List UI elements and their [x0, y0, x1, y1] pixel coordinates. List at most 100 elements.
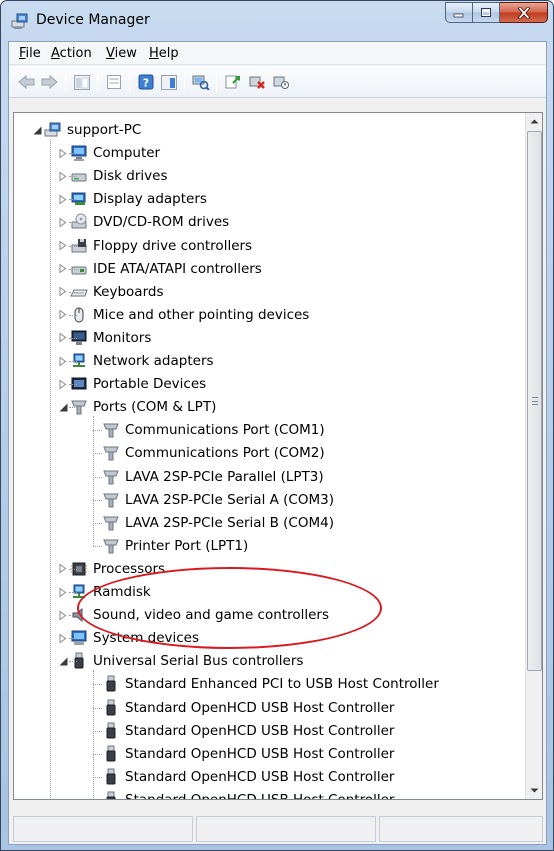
console-tree-button[interactable] — [72, 72, 92, 92]
child-usb-icon — [102, 722, 120, 740]
collapse-arrow-icon[interactable] — [32, 125, 42, 135]
highlight-circle-annotation — [77, 567, 382, 649]
tree-category-display[interactable]: Display adapters — [58, 188, 207, 210]
minimize-button[interactable] — [445, 2, 473, 23]
tree-connector-line — [93, 430, 102, 432]
tree-connector-line — [93, 453, 102, 455]
expand-arrow-icon[interactable] — [58, 310, 68, 320]
collapse-arrow-icon[interactable] — [58, 402, 68, 412]
tree-item-label: Standard OpenHCD USB Host Controller — [125, 792, 394, 799]
uninstall-button[interactable] — [247, 72, 267, 92]
tree-item-label: Communications Port (COM2) — [125, 445, 325, 462]
tree-connector-line — [69, 314, 77, 316]
close-button[interactable] — [500, 2, 548, 23]
back-button[interactable] — [17, 72, 37, 92]
child-port-icon — [102, 514, 120, 532]
help-button[interactable]: ? — [136, 72, 156, 92]
tree-device-item[interactable]: Standard OpenHCD USB Host Controller — [102, 743, 394, 765]
tree-connector-line — [93, 522, 102, 524]
tree-category-network[interactable]: Network adapters — [58, 350, 214, 372]
expand-arrow-icon[interactable] — [58, 356, 68, 366]
expand-arrow-icon[interactable] — [58, 379, 68, 389]
tree-item-label: Standard OpenHCD USB Host Controller — [125, 768, 395, 785]
tree-connector-line — [69, 199, 77, 201]
scroll-up-arrow-icon — [530, 119, 539, 124]
expand-arrow-icon[interactable] — [58, 287, 68, 297]
tree-device-item[interactable]: Communications Port (COM1) — [102, 419, 325, 441]
menu-action[interactable]: Action — [49, 46, 94, 61]
tree-connector-line — [93, 707, 102, 709]
tree-item-label: DVD/CD-ROM drives — [93, 214, 230, 231]
expand-arrow-icon[interactable] — [58, 610, 68, 620]
menu-help[interactable]: Help — [147, 46, 181, 61]
tree-category-ports[interactable]: Ports (COM & LPT) — [58, 396, 216, 418]
tree-category-usb[interactable]: Universal Serial Bus controllers — [58, 650, 303, 672]
tree-device-item[interactable]: LAVA 2SP-PCIe Serial A (COM3) — [102, 489, 334, 511]
forward-button[interactable] — [39, 72, 59, 92]
device-tree-pane[interactable]: support-PC Computer Disk drives Display ada… — [13, 112, 543, 800]
expand-arrow-icon[interactable] — [58, 194, 68, 204]
tree-device-item[interactable]: Communications Port (COM2) — [102, 442, 325, 464]
status-cell — [13, 816, 193, 842]
expand-arrow-icon[interactable] — [58, 148, 68, 158]
tree-item-label: IDE ATA/ATAPI controllers — [93, 260, 262, 277]
expand-arrow-icon[interactable] — [58, 587, 68, 597]
tree-root-node[interactable]: support-PC — [32, 119, 141, 141]
maximize-button[interactable] — [473, 2, 500, 23]
expand-arrow-icon[interactable] — [58, 564, 68, 574]
tree-connector-line — [69, 638, 77, 640]
device-manager-window: Device Manager File Action View Help ? s… — [0, 0, 554, 851]
tree-device-item[interactable]: Standard Enhanced PCI to USB Host Contro… — [102, 673, 439, 695]
expand-arrow-icon[interactable] — [58, 633, 68, 643]
tree-category-mice[interactable]: Mice and other pointing devices — [58, 304, 309, 326]
expand-arrow-icon[interactable] — [58, 217, 68, 227]
update-driver-icon — [225, 75, 240, 89]
tree-device-item[interactable]: LAVA 2SP-PCIe Serial B (COM4) — [102, 512, 334, 534]
expand-arrow-icon[interactable] — [58, 241, 68, 251]
device-manager-icon — [11, 12, 29, 30]
expand-arrow-icon[interactable] — [58, 264, 68, 274]
tree-connector-line — [93, 416, 94, 546]
tree-connector-line — [93, 730, 102, 732]
vertical-scrollbar[interactable] — [525, 113, 542, 799]
tree-device-item[interactable]: Standard OpenHCD USB Host Controller — [102, 766, 394, 788]
status-bar — [13, 816, 543, 842]
tree-item-label: Display adapters — [93, 191, 207, 208]
tree-category-portable[interactable]: Portable Devices — [58, 373, 206, 395]
tree-item-label: Network adapters — [93, 353, 214, 369]
expand-arrow-icon[interactable] — [58, 171, 68, 181]
tree-connector-line — [69, 615, 77, 617]
tree-item-label: Standard OpenHCD USB Host Controller — [125, 745, 395, 762]
title-bar[interactable]: Device Manager — [1, 1, 553, 41]
svg-text:?: ? — [143, 77, 149, 90]
tree-category-ide[interactable]: IDE ATA/ATAPI controllers — [58, 258, 262, 280]
child-port-icon — [102, 468, 120, 486]
tree-device-item[interactable]: Standard OpenHCD USB Host Controller — [102, 720, 394, 742]
tree-connector-line — [69, 291, 77, 293]
forward-icon — [41, 75, 58, 89]
tree-connector-line — [69, 222, 77, 224]
tree-device-item[interactable]: LAVA 2SP-PCIe Parallel (LPT3) — [102, 466, 324, 488]
disable-button[interactable] — [271, 72, 291, 92]
update-driver-button[interactable] — [223, 72, 243, 92]
expand-arrow-icon[interactable] — [58, 333, 68, 343]
tree-device-item[interactable]: Standard OpenHCD USB Host Controller — [102, 789, 394, 799]
scroll-up-button[interactable] — [526, 113, 543, 130]
tree-connector-line — [69, 153, 77, 155]
tree-connector-line — [69, 407, 77, 409]
scan-hardware-button[interactable] — [191, 72, 211, 92]
scroll-down-button[interactable] — [526, 782, 543, 799]
tree-device-item[interactable]: Standard OpenHCD USB Host Controller — [102, 697, 394, 719]
toolbar-separator — [65, 72, 66, 92]
menu-view[interactable]: View — [104, 46, 139, 61]
tree-item-label: Standard OpenHCD USB Host Controller — [125, 722, 395, 739]
tree-category-dvd[interactable]: DVD/CD-ROM drives — [58, 211, 229, 233]
tree-item-label: Standard Enhanced PCI to USB Host Contro… — [125, 676, 439, 693]
action-pane-button[interactable] — [159, 72, 179, 92]
menu-file[interactable]: File — [17, 46, 43, 61]
scroll-thumb[interactable] — [527, 131, 542, 671]
collapse-arrow-icon[interactable] — [58, 656, 68, 666]
properties-button[interactable] — [104, 72, 124, 92]
tree-device-item[interactable]: Printer Port (LPT1) — [102, 535, 248, 557]
tree-category-floppy[interactable]: Floppy drive controllers — [58, 235, 252, 257]
